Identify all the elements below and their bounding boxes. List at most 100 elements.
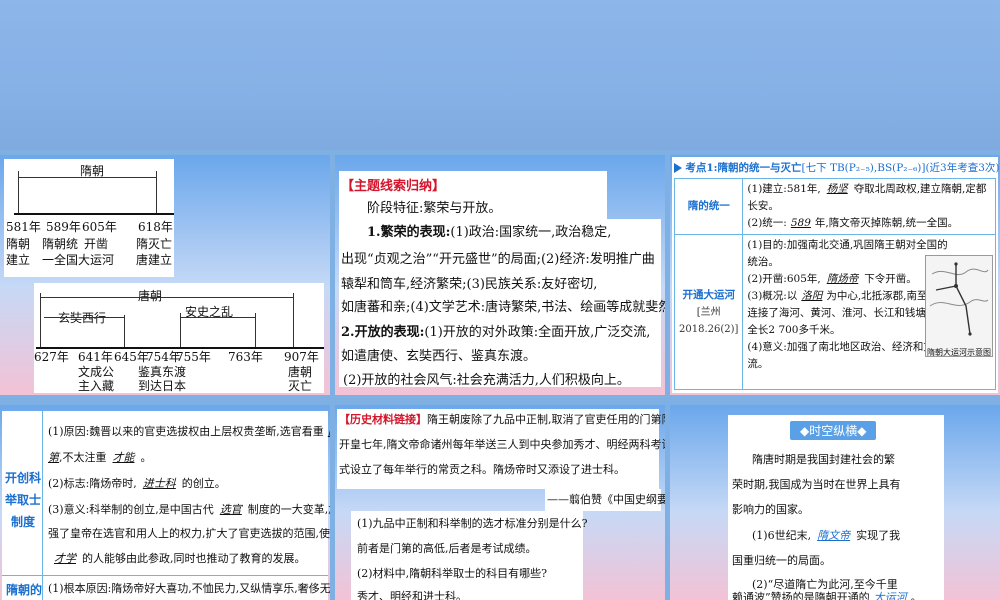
- material-line-1: 【历史材料链接】隋王朝废除了九品中正制,取消了官吏任用的门第限制。: [339, 411, 665, 427]
- blank-sui-wendi: 隋文帝: [817, 529, 851, 542]
- text: (1)建立:581年,: [747, 183, 821, 195]
- sui-axis: [14, 213, 174, 215]
- row-label-canal: 开通大运河 [兰州2018.26(2)]: [673, 234, 744, 390]
- text: (3)意义:科举制的创立,是中国古代: [48, 503, 214, 516]
- sui-event-line: 隋朝统: [42, 237, 79, 251]
- tang-event-year: 763年: [228, 350, 263, 364]
- answer-1: 前者是门第的高低,后者是考试成绩。: [357, 542, 537, 555]
- slide-keju[interactable]: 开创科举取士制度 (1)原因:魏晋以来的官吏选拔权由上层权贵垄断,选官看重门 第…: [0, 405, 330, 600]
- sui-bracket-left: [18, 171, 19, 213]
- text: 的人能够由此参政,同时也推动了教育的发展。: [82, 552, 306, 565]
- xuanzang-bracket-right: [124, 315, 125, 347]
- anshi-bracket: [180, 317, 255, 318]
- slide-timeline[interactable]: 隋朝 581年 隋朝 建立 589年 隋朝统 一全国 605年 开凿 大运河 6…: [0, 155, 330, 395]
- prosperity-line-a: 1.繁荣的表现:(1)政治:国家统一,政治稳定,: [367, 221, 611, 240]
- tang-event-year: 627年: [34, 350, 69, 364]
- sui-event-year: 605年: [82, 220, 117, 234]
- slide-summary[interactable]: 【主题线索归纳】 阶段特征:繁荣与开放。 1.繁荣的表现:(1)政治:国家统一,…: [335, 155, 665, 395]
- canal-cell: (1)目的:加强南北交通,巩固隋王朝对全国的 统治。 (2)开凿:605年, 隋炀…: [742, 234, 996, 390]
- tang-event-line: 主入藏: [78, 379, 115, 393]
- blank-selection: 选官: [219, 503, 242, 516]
- sui-bracket-line: [18, 177, 156, 178]
- text: 的创立。: [181, 477, 226, 490]
- prosperity-label: 1.繁荣的表现:: [367, 225, 451, 240]
- sui-bracket-right: [156, 171, 157, 213]
- top-blank-band: [0, 0, 1000, 150]
- keju-line-4: (3)意义:科举制的创立,是中国古代选官制度的一大变革,加: [48, 501, 330, 517]
- tang-event-line: 灭亡: [288, 379, 313, 393]
- text: (3)概况:以: [747, 290, 798, 302]
- canal-line: (1)目的:加强南北交通,巩固隋王朝对全国的: [747, 239, 948, 251]
- map-caption: 隋朝大运河示意图: [927, 348, 991, 357]
- openness-text-a: (1)开放的对外政策:全面开放,广泛交流,: [424, 325, 651, 340]
- keju-row-divider: [2, 575, 328, 576]
- spacetime-p2c: 国重归统一的局面。: [732, 554, 831, 567]
- row-label-unification: 隋的统一: [673, 178, 744, 235]
- canal-line: 流。: [747, 358, 769, 370]
- keju-col-divider: [42, 411, 43, 600]
- tang-bracket-left: [40, 293, 41, 347]
- canal-map: 隋朝大运河示意图: [925, 255, 993, 357]
- blank-founder: 杨坚: [826, 183, 848, 195]
- blank-talent-2: 才学: [54, 552, 76, 565]
- material-line-3: 式设立了每年举行的常贡之科。隋炀帝时又添设了进士科。: [339, 463, 625, 476]
- question-2: (2)材料中,隋朝科举取士的科目有哪些?: [357, 567, 547, 580]
- sui-event-line: 建立: [6, 253, 31, 267]
- slide-spacetime[interactable]: ◆时空纵横◆ 隋唐时期是我国封建社会的繁 荣时期,我国成为当时在世界上具有 影响…: [670, 405, 1000, 600]
- tang-event-year: 755年: [176, 350, 211, 364]
- sui-event-year: 589年: [46, 220, 81, 234]
- spacetime-p1b: 荣时期,我国成为当时在世界上具有: [732, 478, 901, 491]
- spacetime-p1c: 影响力的国家。: [732, 503, 809, 516]
- diamond-icon: ◆: [857, 424, 867, 438]
- blank-grand-canal: 大运河: [873, 591, 907, 600]
- summary-title: 【主题线索归纳】: [341, 179, 446, 194]
- sui-event-line: 大运河: [78, 253, 115, 267]
- spacetime-title-badge: ◆时空纵横◆: [790, 421, 877, 440]
- openness-line-c: (2)开放的社会风气:社会充满活力,人们积极向上。: [343, 373, 630, 388]
- text: 赖通波”赞扬的是隋朝开通的: [732, 591, 870, 600]
- canal-ref: [兰州2018.26(2)]: [679, 306, 739, 335]
- text: 制度的一大变革,加: [247, 503, 330, 516]
- text: (1)原因:魏晋以来的官吏选拔权由上层权贵垄断,选官看重: [48, 425, 324, 438]
- blank-birth-1: 门: [324, 425, 330, 438]
- keju-line-6: 才学 的人能够由此参政,同时也推动了教育的发展。: [48, 550, 306, 566]
- text: (2)标志:隋炀帝时,: [48, 477, 137, 490]
- answer-2: 秀才、明经和进士科。: [357, 590, 467, 600]
- keju-line-5: 强了皇帝在选官和用人上的权力,扩大了官吏选拔的范围,使有: [48, 527, 330, 540]
- unification-cell: (1)建立:581年, 杨坚 夺取北周政权,建立隋朝,定都长安。 (2)统一: 589…: [742, 178, 996, 235]
- text: (2)统一:: [747, 217, 787, 229]
- tang-bracket-line: [40, 297, 293, 298]
- unification-line-1: (1)建立:581年, 杨坚 夺取北周政权,建立隋朝,定都长安。: [747, 181, 991, 215]
- spacetime-p3b: 赖通波”赞扬的是隋朝开通的 大运河。: [732, 589, 922, 600]
- material-line-2: 开皇七年,隋文帝命诸州每年举送三人到中央参加秀才、明经两科考试,正: [339, 438, 665, 451]
- prosperity-line-b: 出现“贞观之治”“开元盛世”的局面;(2)经济:发明推广曲: [341, 252, 655, 267]
- canal-map-drawing: [929, 262, 989, 336]
- keypoint-table: 隋的统一 (1)建立:581年, 杨坚 夺取北周政权,建立隋朝,定都长安。 (2)统…: [673, 178, 996, 390]
- sui-event-line: 隋朝: [6, 237, 31, 251]
- text: (1)6世纪末,: [752, 529, 812, 542]
- anshi-bracket-right: [255, 313, 256, 347]
- spacetime-p1a: 隋唐时期是我国封建社会的繁: [752, 453, 895, 466]
- keypoint-title: 考点1:隋朝的统一与灭亡: [685, 162, 802, 174]
- text: 下令开凿。: [864, 273, 917, 285]
- tang-event-line: 到达日本: [138, 379, 187, 393]
- stage-feature: 阶段特征:繁荣与开放。: [367, 201, 502, 216]
- sui-event-line: 一全国: [42, 253, 79, 267]
- openness-label: 2.开放的表现:: [341, 325, 425, 340]
- slide-keypoint[interactable]: 考点1:隋朝的统一与灭亡[七下 TB(P₂₋₅),BS(P₂₋₆)](近3年考查…: [670, 155, 1000, 395]
- material-source: ——翦伯赞《中国史纲要》: [547, 493, 665, 506]
- sui-event-line: 隋灭亡: [136, 237, 173, 251]
- slide-material[interactable]: 【历史材料链接】隋王朝废除了九品中正制,取消了官吏任用的门第限制。 开皇七年,隋…: [335, 405, 665, 600]
- diamond-icon: ◆: [800, 424, 810, 438]
- keju-line-2: 第,不太注重 才能。: [48, 449, 152, 465]
- text: ,不太注重: [59, 451, 107, 464]
- unification-line-2: (2)统一: 589 年,隋文帝灭掉陈朝,统一全国。: [747, 215, 991, 232]
- keypoint-header: 考点1:隋朝的统一与灭亡[七下 TB(P₂₋₅),BS(P₂₋₆)](近3年考查…: [674, 160, 1000, 175]
- sui-event-line: 开凿: [84, 237, 109, 251]
- blank-birth-2: 第: [48, 451, 59, 464]
- text: 年,隋文帝灭掉陈朝,统一全国。: [814, 217, 959, 229]
- prosperity-text-a: (1)政治:国家统一,政治稳定,: [450, 225, 612, 240]
- openness-line-b: 如遣唐使、玄奘西行、鉴真东渡。: [341, 349, 537, 364]
- prosperity-line-c: 辕犁和筒车,经济繁荣;(3)民族关系:友好密切,: [341, 277, 598, 292]
- openness-line-a: 2.开放的表现:(1)开放的对外政策:全面开放,广泛交流,: [341, 321, 650, 340]
